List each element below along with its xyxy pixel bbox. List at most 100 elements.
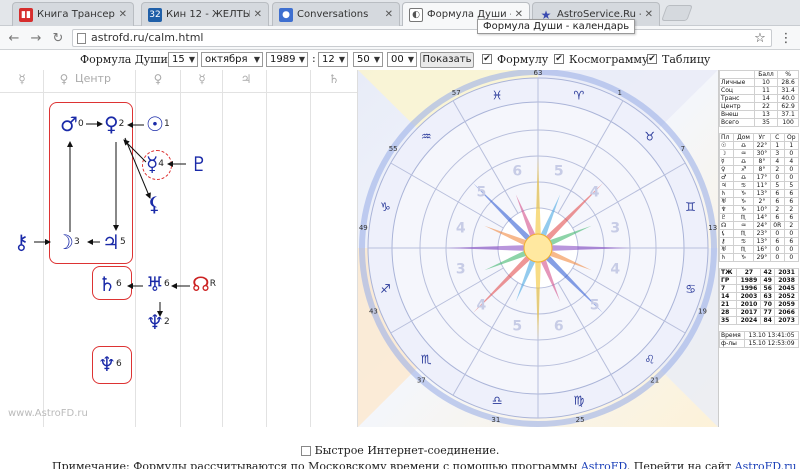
- year-cell: 2073: [774, 316, 799, 325]
- planet-cell: 4: [783, 157, 800, 166]
- chevron-down-icon: ▼: [373, 55, 380, 64]
- stats-panel: Балл% Личные 10 28.6 Соц 11 31.4 Транс 14 40.0 Цен…: [718, 70, 800, 427]
- footnote: Примечание: Формулы рассчитываются по Мо…: [52, 460, 797, 469]
- planet-cell: 0: [783, 229, 800, 238]
- zodiac-sign-glyph: ♋: [685, 282, 696, 296]
- planet-cell: 2: [769, 165, 785, 174]
- planet-cell: 0: [783, 173, 800, 182]
- month-value: октября: [205, 54, 248, 65]
- year-cell: 2024: [736, 316, 762, 325]
- chat-icon: ●: [279, 7, 293, 22]
- cosmogram-chart: ♈ ♉ ♊ ♋ ♌ ♍ ♎ ♏ ♐ ♑ ♒ ♓ 63 1 7 13 19 21 25 31 37 43 49 55 57 54…: [358, 70, 718, 427]
- planet-row: ♄ ♑ 13° 6 6: [719, 189, 800, 198]
- month-select[interactable]: октября ▼: [201, 52, 263, 67]
- tab-conversations[interactable]: ● Conversations ✕: [272, 2, 400, 26]
- fast-connection-label: Быстрое Интернет-соединение.: [314, 444, 500, 457]
- back-arrow-icon[interactable]: ←: [6, 30, 22, 46]
- table-checkbox[interactable]: ✔: [647, 54, 657, 64]
- planet-row: ☊ ♒ 24° 0R 2: [719, 221, 800, 230]
- formula-checkbox[interactable]: ✔: [482, 54, 492, 64]
- node-glyph: ☊R: [192, 272, 217, 296]
- planet-cell: ♄: [719, 189, 735, 198]
- outer-number: 55: [389, 145, 398, 153]
- inner-number: 5: [590, 298, 600, 314]
- year-cell: 42: [760, 268, 776, 277]
- astrofd-program-link[interactable]: AstroFD: [581, 460, 627, 469]
- year-cell: 14: [719, 292, 738, 301]
- tab-kin[interactable]: 32 Кин 12 - ЖЁЛТЫЙ ✕: [141, 2, 269, 26]
- planet-cell: 22°: [752, 141, 771, 150]
- year-cell: 28: [719, 308, 738, 317]
- year-cell: 2059: [774, 300, 799, 309]
- summary-cell: Личные: [719, 78, 755, 87]
- new-tab-button[interactable]: [661, 5, 693, 21]
- close-icon[interactable]: ✕: [645, 9, 653, 20]
- planet-cell: 2: [769, 205, 785, 214]
- inner-number: 6: [512, 164, 522, 180]
- planet-cell: 0: [769, 229, 785, 238]
- years-table: ТЖ 27 42 2031 ГР 1989 49 2038 7 1996 56 2045 14 2003 6…: [719, 268, 799, 325]
- address-bar: ← → ↻ astrofd.ru/calm.html ☆ ⋮: [0, 26, 800, 50]
- year-cell: 2045: [774, 284, 799, 293]
- inner-number: 3: [456, 262, 466, 278]
- hour-select[interactable]: 12 ▼: [318, 52, 348, 67]
- menu-icon[interactable]: ⋮: [778, 30, 794, 46]
- planet-cell: 17°: [752, 173, 771, 182]
- year-cell: 7: [719, 284, 738, 293]
- tab-label: Кин 12 - ЖЁЛТЫЙ: [166, 9, 250, 20]
- inner-number: 4: [456, 220, 466, 236]
- chevron-down-icon: ▼: [298, 55, 305, 64]
- planet-cell: 6: [783, 213, 800, 222]
- cosmogram-checkbox[interactable]: ✔: [554, 54, 564, 64]
- close-icon[interactable]: ✕: [254, 9, 262, 20]
- day-select[interactable]: 15 ▼: [168, 52, 198, 67]
- reload-icon[interactable]: ↻: [50, 30, 66, 46]
- planet-cell: 6: [769, 189, 785, 198]
- summary-cell: Всего: [719, 118, 755, 127]
- bookmark-star-icon[interactable]: ☆: [752, 30, 768, 46]
- inner-number: 3: [610, 220, 620, 236]
- planet-row: ♅ ♑ 2° 6 6: [719, 197, 800, 206]
- tab-tooltip: Формула Души - календарь: [477, 19, 636, 34]
- planet-row: ♀ ♐ 8° 2 0: [719, 165, 800, 174]
- year-cell: 1989: [736, 276, 762, 285]
- planet-cell: 30°: [752, 149, 771, 158]
- planet-cell: ♅: [719, 197, 735, 206]
- zodiac-sign-glyph: ♏: [421, 353, 432, 367]
- summary-cell: Соц: [719, 86, 755, 95]
- fast-connection-row: Быстрое Интернет-соединение.: [0, 444, 800, 457]
- close-icon[interactable]: ✕: [385, 9, 393, 20]
- show-button[interactable]: Показать: [420, 52, 474, 68]
- summary-row: Всего 35 100: [719, 118, 799, 127]
- summary-cell: 13: [753, 110, 779, 119]
- planet-cell: 6: [783, 237, 800, 246]
- hour-value: 12: [322, 54, 335, 65]
- forward-arrow-icon[interactable]: →: [28, 30, 44, 46]
- planet-cell: ♃: [719, 181, 735, 190]
- tab-transurfing[interactable]: ▮▮ Книга Трансерфинг ✕: [12, 2, 134, 26]
- outer-number: 21: [650, 377, 659, 385]
- url-input[interactable]: astrofd.ru/calm.html: [72, 29, 772, 47]
- planet-row: ☉ ♎ 22° 1 1: [719, 141, 800, 150]
- year-cell: 70: [760, 300, 776, 309]
- second-select[interactable]: 00 ▼: [387, 52, 417, 67]
- planet-cell: 10°: [752, 205, 771, 214]
- planet-cell: 1: [783, 141, 800, 150]
- year-cell: 2052: [774, 292, 799, 301]
- site-watermark: www.AstroFD.ru: [8, 408, 88, 419]
- planet-cell: 6: [769, 197, 785, 206]
- outer-number: 13: [708, 224, 717, 232]
- time-cell: Время: [719, 331, 746, 340]
- jupiter-glyph: ♃5: [102, 230, 126, 254]
- planet-cell: 11°: [752, 181, 771, 190]
- planet-cell: 8°: [752, 165, 771, 174]
- astrofd-site-link[interactable]: AstroFD.ru: [735, 460, 797, 469]
- year-select[interactable]: 1989 ▼: [266, 52, 308, 67]
- year-row: 28 2017 77 2066: [719, 308, 799, 317]
- close-icon[interactable]: ✕: [119, 9, 127, 20]
- planet-cell: 6: [783, 189, 800, 198]
- minute-select[interactable]: 50 ▼: [353, 52, 383, 67]
- planet-cell: Ор: [783, 133, 800, 142]
- planet-cell: 0: [769, 253, 785, 262]
- fast-connection-checkbox[interactable]: [300, 446, 311, 456]
